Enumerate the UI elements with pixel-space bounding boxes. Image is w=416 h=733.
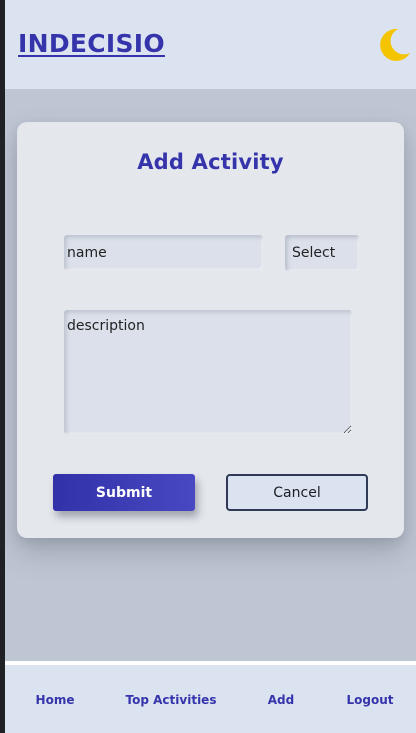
form-title: Add Activity xyxy=(137,150,284,174)
bottom-nav: Home Top Activities Add Logout xyxy=(5,665,416,733)
top-header: INDECISIO xyxy=(5,0,416,89)
submit-button[interactable]: Submit xyxy=(53,474,195,511)
nav-top-activities-link[interactable]: Top Activities xyxy=(126,693,217,707)
add-activity-card: Add Activity Select a Submit Cancel xyxy=(17,122,404,538)
activity-type-select[interactable]: Select a xyxy=(285,235,359,271)
cancel-button[interactable]: Cancel xyxy=(226,474,368,511)
nav-add-link[interactable]: Add xyxy=(268,693,294,707)
nav-logout-link[interactable]: Logout xyxy=(346,693,393,707)
activity-description-textarea[interactable] xyxy=(64,310,352,434)
moon-icon xyxy=(380,28,410,61)
activity-name-input[interactable] xyxy=(64,235,263,270)
activity-type-select-value: Select a xyxy=(292,245,340,261)
nav-home-link[interactable]: Home xyxy=(36,693,75,707)
app-container: INDECISIO Add Activity Select a Submit C… xyxy=(5,0,416,733)
brand-logo-link[interactable]: INDECISIO xyxy=(18,29,165,58)
theme-toggle-button[interactable] xyxy=(376,27,412,63)
